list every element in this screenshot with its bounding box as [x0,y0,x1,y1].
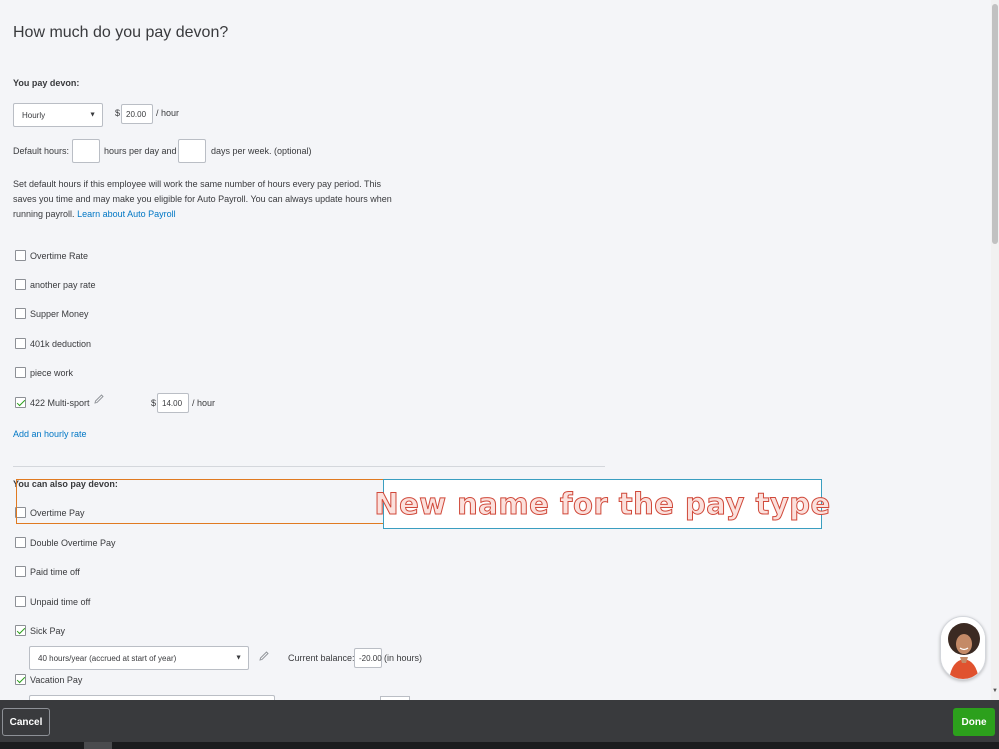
pay-rate-label: Supper Money [30,309,89,319]
hours-per-day-text: hours per day and [104,146,177,156]
checkbox-401k-deduction[interactable] [15,338,26,349]
default-hours-label: Default hours: [13,146,70,156]
current-balance-input[interactable]: -20.00 [354,648,382,668]
per-hour-label: / hour [192,398,216,408]
checkbox-another-pay-rate[interactable] [15,279,26,290]
done-button[interactable]: Done [953,708,995,736]
also-pay-label: Double Overtime Pay [30,538,116,548]
checkbox-paid-time-off[interactable] [15,566,26,577]
pencil-icon[interactable] [258,650,270,662]
also-pay-label: Unpaid time off [30,597,91,607]
sick-accrual-value: 40 hours/year (accrued at start of year) [38,653,177,663]
chevron-down-icon: ▼ [89,111,96,119]
person-avatar-icon [941,617,985,679]
chevron-down-icon: ▼ [235,654,242,662]
pay-type-select[interactable]: Hourly ▼ [13,103,103,127]
help-text: Set default hours if this employee will … [13,179,392,219]
highlight-box [16,479,384,524]
checkbox-overtime-rate[interactable] [15,250,26,261]
learn-auto-payroll-link[interactable]: Learn about Auto Payroll [77,209,176,219]
taskbar-item[interactable] [84,742,112,749]
page-title: How much do you pay devon? [13,24,229,41]
checkbox-piece-work[interactable] [15,367,26,378]
currency-symbol: $ [151,398,157,408]
checkbox-double-overtime-pay[interactable] [15,537,26,548]
pay-rate-label: 401k deduction [30,339,92,349]
annotation-callout: New name for the pay type [374,479,831,529]
per-hour-label: / hour [156,108,180,118]
pay-rate-label: Overtime Rate [30,251,89,261]
pay-rate-label: another pay rate [30,280,96,290]
taskbar [0,742,999,749]
footer-bar [0,700,999,742]
pay-type-value: Hourly [22,110,46,120]
cancel-button[interactable]: Cancel [2,708,50,736]
multisport-rate-input[interactable]: 14.00 [157,393,189,413]
also-pay-label: Vacation Pay [30,675,83,685]
also-pay-label: Sick Pay [30,626,66,636]
checkbox-422-multi-sport[interactable] [15,397,26,408]
days-per-week-text: days per week. (optional) [211,146,312,156]
checkbox-unpaid-time-off[interactable] [15,596,26,607]
scrollbar-thumb[interactable] [992,4,998,244]
hours-per-day-input[interactable] [72,139,100,163]
hourly-rate-input[interactable]: 20.00 [121,104,153,124]
section-divider [13,466,605,467]
assistant-avatar[interactable] [940,616,986,680]
auto-payroll-help: Set default hours if this employee will … [13,177,398,222]
balance-unit: (in hours) [384,653,423,663]
currency-symbol: $ [115,108,121,118]
sick-accrual-select[interactable]: 40 hours/year (accrued at start of year)… [29,646,249,670]
checkbox-sick-pay[interactable] [15,625,26,636]
balance-label: Current balance: [288,653,355,663]
pay-rate-label: piece work [30,368,74,378]
scroll-down-arrow-icon[interactable]: ▼ [991,688,999,698]
pencil-icon[interactable] [93,393,105,405]
callout-text: New name for the pay type [374,487,831,522]
pay-rate-label: 422 Multi-sport [30,398,90,408]
pay-heading: You pay devon: [13,78,80,88]
add-hourly-rate-link[interactable]: Add an hourly rate [13,429,87,439]
checkbox-vacation-pay[interactable] [15,674,26,685]
also-pay-label: Paid time off [30,567,80,577]
days-per-week-input[interactable] [178,139,206,163]
checkbox-supper-money[interactable] [15,308,26,319]
